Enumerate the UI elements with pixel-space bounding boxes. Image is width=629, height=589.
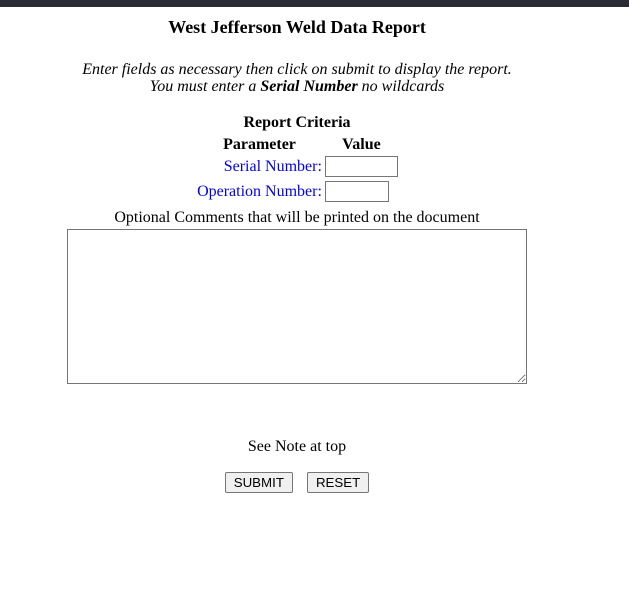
top-dark-bar <box>0 0 629 7</box>
report-form: West Jefferson Weld Data Report Enter fi… <box>0 15 594 493</box>
serial-number-input[interactable] <box>325 156 398 177</box>
value-column-header: Value <box>325 136 398 153</box>
instructions-line2-prefix: You must enter a <box>150 78 261 95</box>
operation-number-row: Operation Number: <box>196 180 398 203</box>
instructions-note: Enter fields as necessary then click on … <box>0 62 594 95</box>
reset-button[interactable]: RESET <box>307 472 369 493</box>
criteria-header-row: Parameter Value <box>196 136 398 153</box>
instructions-serial-number-emphasis: Serial Number <box>260 78 357 95</box>
serial-number-label[interactable]: Serial Number: <box>224 158 322 175</box>
instructions-line1: Enter fields as necessary then click on … <box>82 61 512 78</box>
comments-textarea[interactable] <box>67 229 527 384</box>
operation-number-input[interactable] <box>325 181 389 202</box>
criteria-heading: Report Criteria <box>0 114 594 131</box>
comments-label: Optional Comments that will be printed o… <box>0 209 594 226</box>
see-note-text: See Note at top <box>0 439 594 455</box>
page-title: West Jefferson Weld Data Report <box>0 15 594 39</box>
form-buttons: SUBMIT RESET <box>0 472 594 493</box>
parameter-column-header: Parameter <box>196 136 323 153</box>
operation-number-label[interactable]: Operation Number: <box>197 183 322 200</box>
submit-button[interactable]: SUBMIT <box>225 472 293 493</box>
serial-number-row: Serial Number: <box>196 155 398 178</box>
criteria-table: Parameter Value Serial Number: Operation… <box>194 134 400 205</box>
instructions-line2-suffix: no wildcards <box>358 78 445 95</box>
